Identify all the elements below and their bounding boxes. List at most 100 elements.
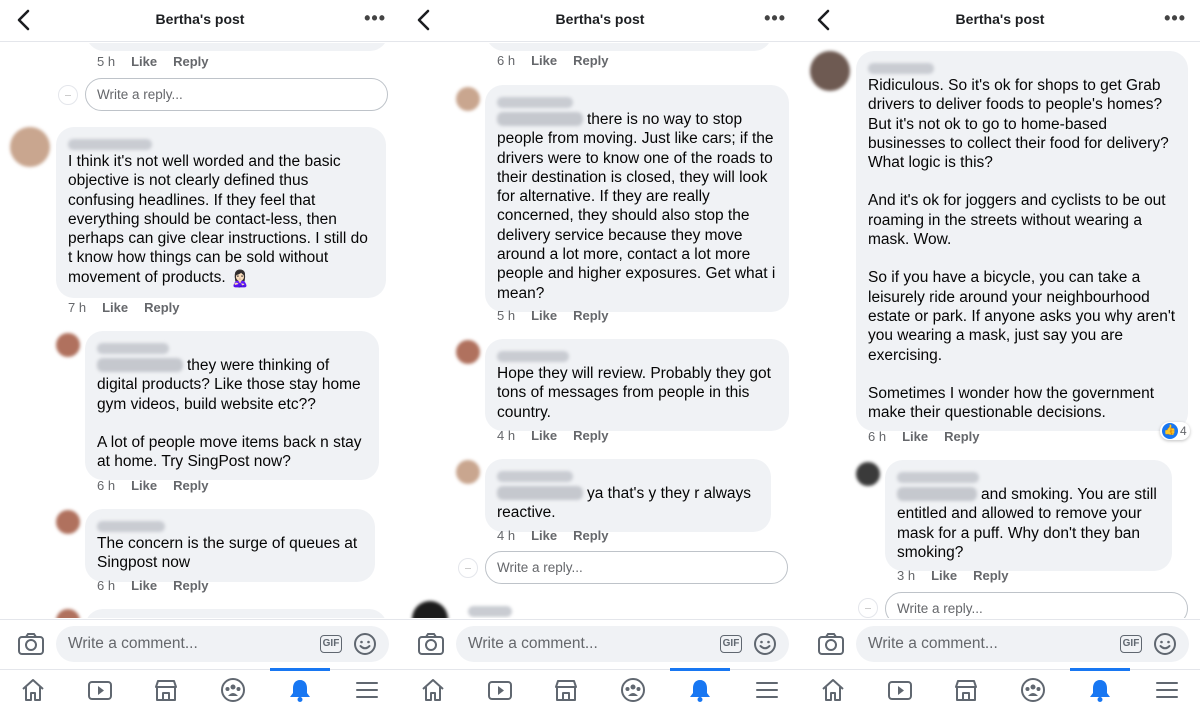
comment-text: they were thinking of <box>187 357 330 374</box>
notifications-bell-icon[interactable] <box>686 676 714 704</box>
marketplace-icon[interactable] <box>552 676 580 704</box>
reply-avatar <box>458 558 478 578</box>
comments-list: 6 h Like Reply there is no way to stop peo… <box>400 43 800 618</box>
author-name[interactable] <box>897 472 979 484</box>
menu-icon[interactable] <box>1153 676 1181 704</box>
menu-icon[interactable] <box>753 676 781 704</box>
gif-icon[interactable]: GIF <box>720 635 742 653</box>
comment-text: Hope they will review. Probably they got… <box>497 365 771 421</box>
like-button[interactable]: Like <box>531 308 557 323</box>
reply-button[interactable]: Reply <box>173 578 208 593</box>
notifications-bell-icon[interactable] <box>286 676 314 704</box>
reply-input[interactable]: Write a reply... <box>885 592 1188 618</box>
more-icon[interactable]: ••• <box>764 8 786 29</box>
gif-icon[interactable]: GIF <box>1120 635 1142 653</box>
bottom-tab-bar <box>400 668 800 711</box>
like-button[interactable]: Like <box>531 428 557 443</box>
camera-icon[interactable] <box>17 632 45 656</box>
avatar <box>456 340 480 364</box>
video-icon[interactable] <box>886 676 914 704</box>
mention-tag[interactable] <box>897 487 977 501</box>
avatar <box>56 333 80 357</box>
comment-meta: 6 h Like Reply <box>97 578 209 593</box>
author-name[interactable] <box>497 471 573 483</box>
reply-button[interactable]: Reply <box>944 429 979 444</box>
reply-avatar <box>858 598 878 618</box>
reply-button[interactable]: Reply <box>173 54 208 69</box>
like-button[interactable]: Like <box>131 54 157 69</box>
video-icon[interactable] <box>486 676 514 704</box>
comment-composer: Write a comment... GIF <box>800 619 1200 669</box>
like-button[interactable]: Like <box>902 429 928 444</box>
groups-icon[interactable] <box>1019 676 1047 704</box>
comment-bubble: and smoking. You are still entitled and … <box>885 460 1172 572</box>
reply-button[interactable]: Reply <box>573 528 608 543</box>
like-button[interactable]: Like <box>102 300 128 315</box>
comment-text: digital products? Like those stay home g… <box>97 376 361 413</box>
author-name[interactable] <box>497 97 573 109</box>
comment-input[interactable]: Write a comment... GIF <box>856 626 1189 662</box>
author-name[interactable] <box>868 63 934 75</box>
menu-icon[interactable] <box>353 676 381 704</box>
page-title: Bertha's post <box>955 11 1045 27</box>
reply-button[interactable]: Reply <box>173 478 208 493</box>
comments-list: Ridiculous. So it's ok for shops to get … <box>800 43 1200 618</box>
author-name[interactable] <box>97 521 165 533</box>
gif-icon[interactable]: GIF <box>320 635 342 653</box>
mention-tag[interactable] <box>497 112 583 126</box>
marketplace-icon[interactable] <box>952 676 980 704</box>
groups-icon[interactable] <box>619 676 647 704</box>
avatar <box>10 127 50 167</box>
post-header: Bertha's post ••• <box>800 0 1200 42</box>
bottom-tab-bar <box>800 668 1200 711</box>
comment-bubble: there is no way to stop people from movi… <box>485 85 789 312</box>
comment-text: So if you have a bicycle, you can take a… <box>868 269 1176 364</box>
author-name[interactable] <box>68 139 152 151</box>
smiley-icon[interactable] <box>353 632 377 656</box>
reply-input[interactable]: Write a reply... <box>485 551 788 584</box>
mention-tag[interactable] <box>97 358 183 372</box>
mention-tag[interactable] <box>497 486 583 500</box>
more-icon[interactable]: ••• <box>1164 8 1186 29</box>
comment-bubble: they were thinking of digital products? … <box>85 331 379 481</box>
author-name[interactable] <box>497 351 569 363</box>
home-icon[interactable] <box>419 676 447 704</box>
home-icon[interactable] <box>819 676 847 704</box>
smiley-icon[interactable] <box>1153 632 1177 656</box>
reply-button[interactable]: Reply <box>573 308 608 323</box>
like-button[interactable]: Like <box>131 478 157 493</box>
comment-text: And it's ok for joggers and cyclists to … <box>868 192 1166 249</box>
comment-text: Ridiculous. So it's ok for shops to get … <box>868 77 1169 172</box>
groups-icon[interactable] <box>219 676 247 704</box>
video-icon[interactable] <box>86 676 114 704</box>
more-icon[interactable]: ••• <box>364 8 386 29</box>
like-button[interactable]: Like <box>531 53 557 68</box>
camera-icon[interactable] <box>817 632 845 656</box>
reply-button[interactable]: Reply <box>144 300 179 315</box>
comment-input[interactable]: Write a comment... GIF <box>56 626 389 662</box>
active-tab-indicator <box>1070 668 1130 671</box>
reply-button[interactable]: Reply <box>973 568 1008 583</box>
page-title: Bertha's post <box>555 11 645 27</box>
author-name[interactable] <box>468 606 512 617</box>
comment-bubble: ya that's y they r always reactive. <box>485 459 771 532</box>
notifications-bell-icon[interactable] <box>1086 676 1114 704</box>
like-button[interactable]: Like <box>531 528 557 543</box>
comment-bubble: Hope they will review. Probably they got… <box>485 339 789 431</box>
smiley-icon[interactable] <box>753 632 777 656</box>
like-reaction-icon: 👍 <box>1162 423 1178 439</box>
home-icon[interactable] <box>19 676 47 704</box>
comment-composer: Write a comment... GIF <box>0 619 400 669</box>
comment-text: A lot of people move items back n stay a… <box>97 433 362 471</box>
reaction-count[interactable]: 👍 4 <box>1160 422 1190 440</box>
reply-button[interactable]: Reply <box>573 53 608 68</box>
camera-icon[interactable] <box>417 632 445 656</box>
marketplace-icon[interactable] <box>152 676 180 704</box>
comment-input[interactable]: Write a comment... GIF <box>456 626 789 662</box>
reply-input[interactable]: Write a reply... <box>85 78 388 111</box>
author-name[interactable] <box>97 343 169 355</box>
person-emoji: 🙎🏻‍♀️ <box>229 270 250 288</box>
reply-button[interactable]: Reply <box>573 428 608 443</box>
like-button[interactable]: Like <box>131 578 157 593</box>
like-button[interactable]: Like <box>931 568 957 583</box>
